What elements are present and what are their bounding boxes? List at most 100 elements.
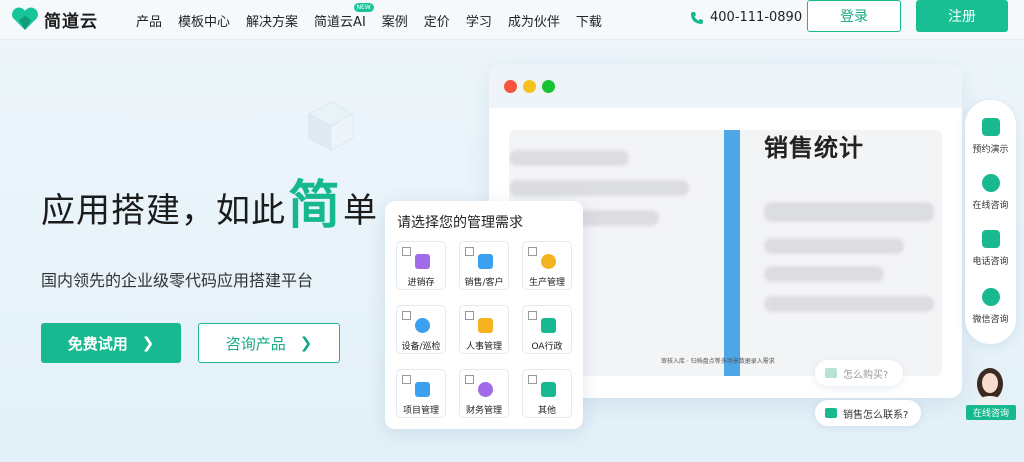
placeholder-bar (764, 266, 884, 282)
logo[interactable]: 简道云 (10, 6, 98, 32)
option-checkbox[interactable] (465, 311, 474, 320)
other-icon (541, 382, 556, 397)
free-trial-button[interactable]: 免费试用 ❯ (41, 323, 181, 363)
chat-bubble-icon (825, 368, 837, 378)
hr-icon (478, 318, 493, 333)
demo-icon (981, 118, 1000, 136)
chevron-right-icon: ❯ (299, 334, 313, 352)
window-maximize-dot-icon (542, 80, 555, 93)
top-header: 简道云 产品 模板中心 解决方案 简道云AI NEW 案例 定价 学习 成为伙伴… (0, 0, 1024, 40)
hero-title-highlight: 简 (288, 176, 342, 236)
placeholder-bar (764, 202, 934, 222)
option-label: 财务管理 (465, 406, 502, 416)
project-icon (415, 382, 430, 397)
option-checkbox[interactable] (402, 247, 411, 256)
window-minimize-dot-icon (523, 80, 536, 93)
how-to-buy-label: 怎么购买? (843, 369, 889, 381)
option-checkbox[interactable] (402, 311, 411, 320)
phone-icon (691, 11, 703, 24)
option-checkbox[interactable] (402, 375, 411, 384)
hero-title-part2: 单 (343, 191, 379, 231)
screen-caption: 审核入库 · 归档盘点等多场景数据录入需求 (661, 358, 775, 365)
consult-product-label: 咨询产品 (225, 334, 286, 353)
contact-label: 预约演示 (972, 145, 1009, 155)
inspect-icon (415, 318, 430, 333)
agent-avatar[interactable] (970, 364, 1010, 410)
option-label: 项目管理 (402, 406, 439, 416)
option-label: 人事管理 (465, 342, 502, 352)
placeholder-bar (509, 150, 629, 166)
needs-selection-panel: 请选择您的管理需求 进销存 销售/客户 生产管理 设备/巡检 人事管理 OA行政… (385, 201, 583, 429)
contact-online-chat[interactable]: 在线咨询 (965, 174, 1016, 211)
sales-icon (478, 254, 493, 269)
production-icon (541, 254, 556, 269)
nav-item-solutions[interactable]: 解决方案 (246, 11, 298, 30)
option-label: 生产管理 (528, 278, 565, 288)
chevron-right-icon: ❯ (141, 334, 155, 352)
register-button[interactable]: 注册 (916, 0, 1008, 32)
needs-panel-title: 请选择您的管理需求 (397, 215, 523, 231)
nav-item-product[interactable]: 产品 (136, 11, 162, 30)
wechat-icon (981, 288, 1000, 306)
chat-icon (981, 174, 1000, 192)
phone-number: 400-111-0890 (710, 10, 803, 25)
chat-bubble-icon (825, 408, 837, 418)
option-label: 设备/巡检 (401, 342, 441, 352)
option-inspection[interactable]: 设备/巡检 (396, 305, 446, 354)
option-other[interactable]: 其他 (522, 369, 572, 418)
option-checkbox[interactable] (465, 375, 474, 384)
contact-sidebar: 预约演示 在线咨询 电话咨询 微信咨询 (965, 100, 1016, 344)
finance-icon (478, 382, 493, 397)
option-label: OA行政 (531, 342, 563, 352)
option-inventory[interactable]: 进销存 (396, 241, 446, 290)
nav-item-learn[interactable]: 学习 (466, 11, 492, 30)
option-finance[interactable]: 财务管理 (459, 369, 509, 418)
contact-sales-bubble[interactable]: 销售怎么联系? (815, 400, 921, 426)
option-label: 进销存 (407, 278, 435, 288)
contact-label: 在线咨询 (972, 201, 1009, 211)
logo-text: 简道云 (44, 11, 98, 32)
oa-icon (541, 318, 556, 333)
contact-demo[interactable]: 预约演示 (965, 118, 1016, 155)
contact-phone[interactable]: 电话咨询 (965, 230, 1016, 267)
nav-item-download[interactable]: 下载 (576, 11, 602, 30)
contact-label: 电话咨询 (972, 257, 1009, 267)
logo-mark-icon (10, 6, 40, 32)
option-checkbox[interactable] (528, 311, 537, 320)
online-consult-label[interactable]: 在线咨询 (966, 405, 1016, 420)
cube-decoration-icon (307, 101, 355, 151)
placeholder-bar (764, 238, 904, 254)
option-checkbox[interactable] (528, 247, 537, 256)
consult-product-button[interactable]: 咨询产品 ❯ (198, 323, 340, 363)
main-nav: 产品 模板中心 解决方案 简道云AI NEW 案例 定价 学习 成为伙伴 下载 (136, 0, 618, 40)
option-project[interactable]: 项目管理 (396, 369, 446, 418)
option-checkbox[interactable] (528, 375, 537, 384)
option-hr[interactable]: 人事管理 (459, 305, 509, 354)
screen-title: 销售统计 (764, 134, 864, 162)
warehouse-icon (415, 254, 430, 269)
option-checkbox[interactable] (465, 247, 474, 256)
option-oa[interactable]: OA行政 (522, 305, 572, 354)
browser-titlebar (489, 64, 962, 108)
nav-item-ai[interactable]: 简道云AI NEW (314, 2, 374, 30)
nav-item-templates[interactable]: 模板中心 (178, 11, 230, 30)
contact-sales-label: 销售怎么联系? (843, 409, 909, 421)
new-badge: NEW (353, 2, 374, 12)
nav-item-pricing[interactable]: 定价 (424, 11, 450, 30)
hero-title-part1: 应用搭建，如此 (41, 191, 286, 231)
nav-item-cases[interactable]: 案例 (382, 11, 408, 30)
option-label: 销售/客户 (464, 278, 504, 288)
nav-item-ai-label: 简道云AI (314, 14, 366, 30)
contact-wechat[interactable]: 微信咨询 (965, 288, 1016, 325)
option-production[interactable]: 生产管理 (522, 241, 572, 290)
phone-contact[interactable]: 400-111-0890 (690, 10, 802, 25)
hero-subtitle: 国内领先的企业级零代码应用搭建平台 (41, 271, 314, 290)
window-close-dot-icon (504, 80, 517, 93)
phone-icon (981, 230, 1000, 248)
login-button[interactable]: 登录 (807, 0, 901, 32)
option-sales[interactable]: 销售/客户 (459, 241, 509, 290)
placeholder-bar (509, 180, 689, 196)
how-to-buy-bubble[interactable]: 怎么购买? (815, 360, 903, 386)
nav-item-partner[interactable]: 成为伙伴 (508, 11, 560, 30)
hero-title: 应用搭建，如此 简 单 (41, 180, 378, 232)
